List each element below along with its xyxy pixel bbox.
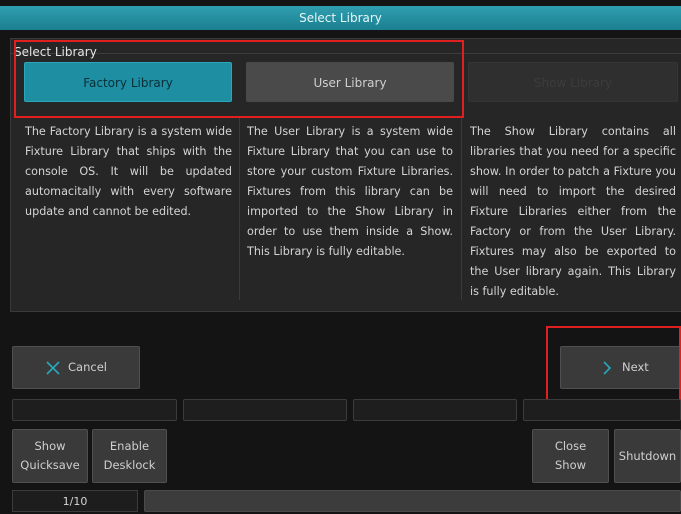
chevron-right-icon xyxy=(602,361,612,378)
shutdown-button[interactable]: Shutdown xyxy=(614,429,681,483)
select-library-group-label: Select Library xyxy=(14,45,97,59)
panel-divider xyxy=(10,53,681,54)
column-divider xyxy=(461,118,462,300)
shutdown-label: Shutdown xyxy=(618,448,677,463)
enable-desklock-button[interactable]: Enable Desklock xyxy=(92,429,167,483)
status-field-2 xyxy=(183,399,347,421)
page-indicator: 1/10 xyxy=(12,490,138,512)
next-button-label: Next xyxy=(622,360,649,374)
enable-desklock-label-line2: Desklock xyxy=(103,458,156,472)
show-quicksave-button[interactable]: Show Quicksave xyxy=(12,429,88,483)
column-divider xyxy=(239,118,240,300)
show-quicksave-label-line1: Show xyxy=(34,439,66,453)
command-line-bar[interactable] xyxy=(144,490,681,512)
dialog-title: Select Library xyxy=(0,6,681,30)
show-quicksave-label-line2: Quicksave xyxy=(20,458,80,472)
close-icon xyxy=(45,360,61,379)
factory-library-button[interactable]: Factory Library xyxy=(24,62,232,102)
close-show-button[interactable]: Close Show xyxy=(532,429,609,483)
status-field-3 xyxy=(353,399,517,421)
show-library-button: Show Library xyxy=(468,62,678,102)
status-field-4 xyxy=(523,399,681,421)
enable-desklock-label-line1: Enable xyxy=(109,439,150,453)
next-button[interactable]: Next xyxy=(560,346,681,389)
show-library-description: The Show Library contains all libraries … xyxy=(470,125,676,298)
close-show-label-line1: Close xyxy=(554,439,587,453)
cancel-button-label: Cancel xyxy=(68,360,107,374)
factory-library-description: The Factory Library is a system wide Fix… xyxy=(25,125,232,218)
user-library-description: The User Library is a system wide Fixtur… xyxy=(247,125,453,258)
close-show-label-line2: Show xyxy=(554,458,587,472)
cancel-button[interactable]: Cancel xyxy=(12,346,140,389)
user-library-button[interactable]: User Library xyxy=(246,62,454,102)
status-field-1 xyxy=(12,399,177,421)
